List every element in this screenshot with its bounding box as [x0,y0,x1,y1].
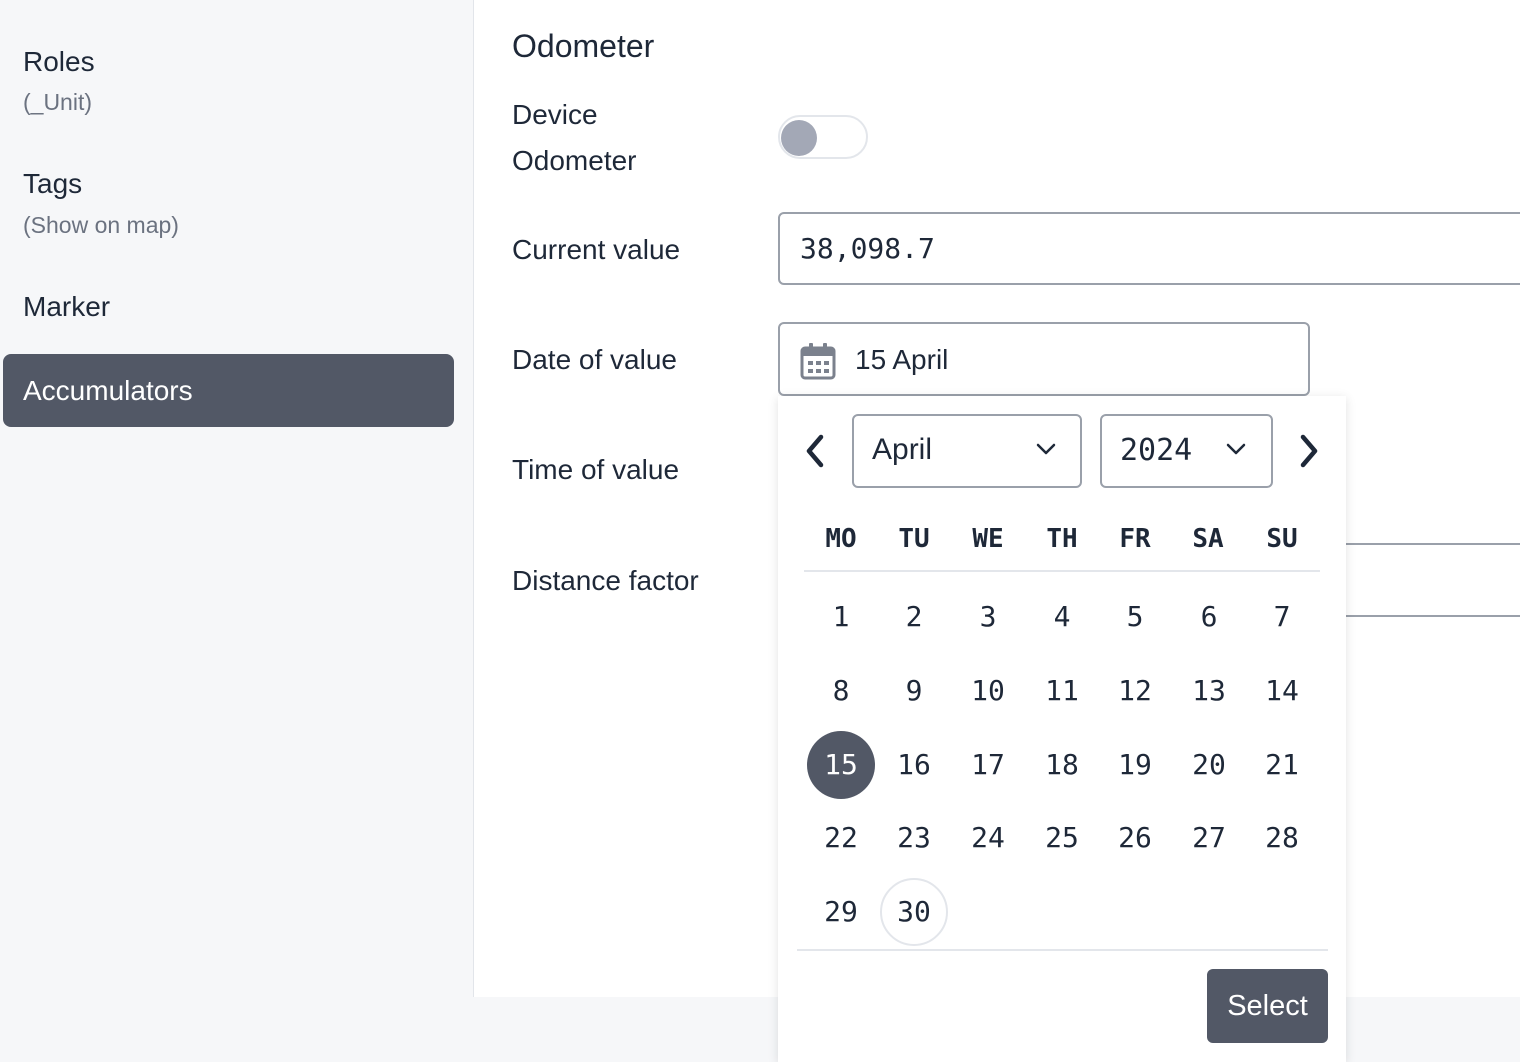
calendar-day[interactable]: 27 [1175,804,1243,872]
calendar-day[interactable]: 17 [954,731,1022,799]
calendar-day[interactable]: 23 [880,804,948,872]
sidebar-item-tags[interactable]: Tags [23,168,82,200]
date-picker-popup: April 2024 MO TU WE TH FR SA SU 12345678… [778,396,1346,1062]
device-odometer-toggle[interactable] [778,115,868,159]
year-select-value: 2024 [1120,433,1193,468]
weekday-divider [804,570,1320,572]
distance-factor-label: Distance factor [512,565,699,596]
calendar-day[interactable]: 3 [954,583,1022,651]
toggle-knob [781,120,817,156]
weekday-header: TU [898,524,930,554]
weekday-header: WE [972,524,1004,554]
calendar-icon [800,342,836,380]
calendar-day[interactable]: 20 [1175,731,1243,799]
calendar-day[interactable]: 29 [807,878,875,946]
calendar-day[interactable]: 16 [880,731,948,799]
calendar-day[interactable]: 22 [807,804,875,872]
calendar-day[interactable]: 19 [1101,731,1169,799]
calendar-day[interactable]: 10 [954,657,1022,725]
chevron-left-icon[interactable] [798,433,834,469]
month-select-value: April [872,433,933,466]
calendar-day[interactable]: 12 [1101,657,1169,725]
calendar-day[interactable]: 18 [1028,731,1096,799]
distance-input-edge [1346,615,1520,617]
sidebar-item-roles[interactable]: Roles [23,46,95,78]
calendar-day[interactable]: 8 [807,657,875,725]
chevron-down-icon [1036,442,1056,456]
calendar-day-selected[interactable]: 15 [807,731,875,799]
weekday-header: SU [1266,524,1298,554]
calendar-day[interactable]: 13 [1175,657,1243,725]
calendar-day[interactable]: 21 [1248,731,1316,799]
device-odometer-label-line1: Device [512,99,598,130]
sidebar-item-marker[interactable]: Marker [23,291,110,323]
device-odometer-label-line2: Odometer [512,145,637,176]
sidebar: Roles (_Unit) Tags (Show on map) Marker … [0,0,474,997]
weekday-header: MO [825,524,857,554]
calendar-day[interactable]: 9 [880,657,948,725]
current-value-input[interactable]: 38,098.7 [778,212,1520,285]
calendar-day[interactable]: 4 [1028,583,1096,651]
calendar-day[interactable]: 5 [1101,583,1169,651]
calendar-day[interactable]: 2 [880,583,948,651]
current-value-text: 38,098.7 [800,232,935,265]
sidebar-item-accumulators[interactable]: Accumulators [3,354,454,427]
time-input-edge [1346,543,1520,545]
date-of-value-label: Date of value [512,344,677,375]
date-of-value-input[interactable]: 15 April [778,322,1310,396]
weekday-header: SA [1192,524,1224,554]
calendar-day-today[interactable]: 30 [880,878,948,946]
section-title: Odometer [512,28,655,64]
date-of-value-text: 15 April [855,344,949,375]
select-button[interactable]: Select [1207,969,1328,1043]
calendar-day[interactable]: 28 [1248,804,1316,872]
calendar-day[interactable]: 11 [1028,657,1096,725]
calendar-day[interactable]: 24 [954,804,1022,872]
sidebar-item-roles-sub: (_Unit) [23,89,93,115]
month-select[interactable]: April [852,414,1082,488]
time-of-value-label: Time of value [512,454,680,485]
weekday-header: TH [1046,524,1078,554]
picker-footer-divider [797,949,1328,951]
calendar-day[interactable]: 6 [1175,583,1243,651]
sidebar-item-tags-sub: (Show on map) [23,212,179,238]
current-value-label: Current value [512,234,681,265]
chevron-down-icon [1226,442,1246,456]
calendar-day[interactable]: 1 [807,583,875,651]
calendar-day[interactable]: 7 [1248,583,1316,651]
calendar-day[interactable]: 25 [1028,804,1096,872]
weekday-header: FR [1119,524,1151,554]
year-select[interactable]: 2024 [1100,414,1273,488]
calendar-day[interactable]: 26 [1101,804,1169,872]
chevron-right-icon[interactable] [1290,433,1326,469]
calendar-day[interactable]: 14 [1248,657,1316,725]
